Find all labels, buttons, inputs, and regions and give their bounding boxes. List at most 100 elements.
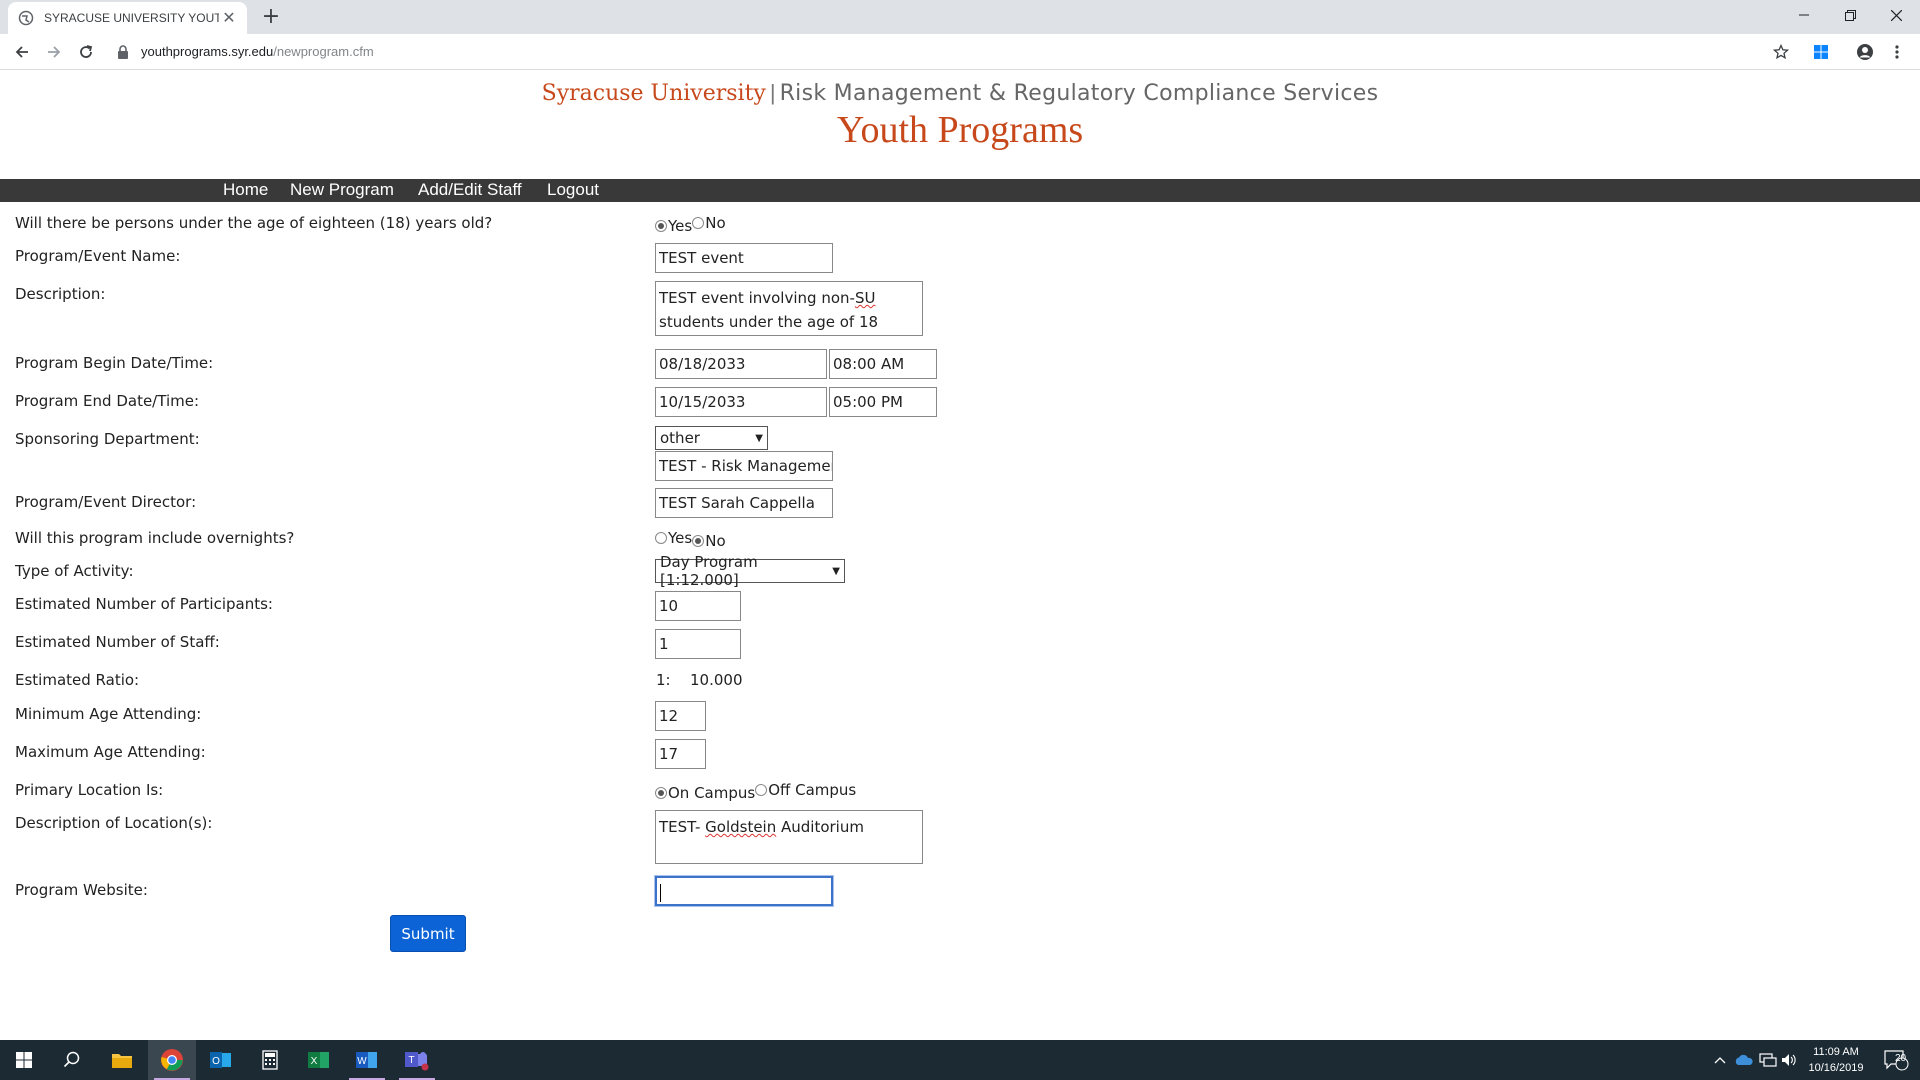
off-campus-radio[interactable]: Off Campus — [755, 781, 856, 799]
volume-icon[interactable] — [1778, 1040, 1800, 1080]
svg-text:O: O — [212, 1056, 220, 1067]
description-label: Description: — [15, 285, 106, 303]
chrome-taskbar-icon[interactable] — [148, 1040, 196, 1080]
nav-add-edit-staff[interactable]: Add/Edit Staff — [418, 180, 522, 200]
staff-input[interactable]: 1 — [655, 629, 741, 659]
calculator-icon[interactable] — [246, 1040, 294, 1080]
under18-yes-radio[interactable]: Yes — [655, 217, 692, 235]
brand-line: Syracuse University | Risk Management & Re… — [0, 80, 1920, 106]
minimize-button[interactable] — [1781, 0, 1827, 30]
under18-no-radio[interactable]: No — [692, 214, 726, 232]
radio-selected-icon[interactable] — [655, 220, 667, 232]
browser-tab-strip: SYRACUSE UNIVERSITY YOUTH P ✕ + — [0, 0, 1920, 34]
ratio-prefix: 1: — [656, 671, 671, 689]
ratio-value: 10.000 — [690, 671, 743, 689]
overnights-radio-group: Yes No — [655, 529, 726, 550]
ratio-label: Estimated Ratio: — [15, 671, 140, 689]
restore-button[interactable] — [1827, 0, 1873, 30]
radio-unselected-icon[interactable] — [655, 532, 667, 544]
main-navigation: Home New Program Add/Edit Staff Logout — [0, 179, 1920, 202]
profile-icon[interactable] — [1851, 38, 1879, 66]
outlook-icon[interactable]: O — [197, 1040, 245, 1080]
search-icon[interactable] — [48, 1040, 96, 1080]
overnights-yes-label: Yes — [668, 529, 693, 547]
radio-selected-icon[interactable] — [692, 535, 705, 547]
end-date-input[interactable]: 10/15/2033 — [655, 387, 827, 417]
back-button[interactable] — [8, 38, 36, 66]
site-header: Syracuse University | Risk Management & Re… — [0, 70, 1920, 178]
dropdown-arrow-icon: ▼ — [832, 565, 840, 577]
max-age-label: Maximum Age Attending: — [15, 743, 206, 761]
description-textarea[interactable]: TEST event involving non-SU students und… — [655, 281, 923, 336]
radio-unselected-icon[interactable] — [692, 217, 705, 229]
browser-tab[interactable]: SYRACUSE UNIVERSITY YOUTH P ✕ — [8, 2, 247, 34]
description-text-a: TEST event involving non- — [659, 289, 855, 307]
radio-unselected-icon[interactable] — [755, 784, 768, 796]
on-campus-label: On Campus — [668, 784, 756, 802]
overnights-yes-radio[interactable]: Yes — [655, 529, 692, 547]
location-desc-textarea[interactable]: TEST- Goldstein Auditorium — [655, 810, 923, 864]
svg-text:W: W — [357, 1056, 367, 1067]
nav-home[interactable]: Home — [223, 180, 268, 200]
location-text-b: Goldstein — [705, 818, 777, 836]
new-tab-button[interactable]: + — [258, 4, 284, 30]
min-age-label: Minimum Age Attending: — [15, 705, 202, 723]
sponsor-select[interactable]: other ▼ — [655, 426, 768, 450]
website-input[interactable] — [655, 876, 833, 906]
close-tab-icon[interactable]: ✕ — [221, 10, 237, 26]
begin-time-input[interactable]: 08:00 AM — [829, 349, 937, 379]
sponsor-label: Sponsoring Department: — [15, 430, 200, 448]
teams-icon[interactable]: T — [393, 1040, 441, 1080]
word-icon[interactable]: W — [343, 1040, 391, 1080]
submit-button[interactable]: Submit — [390, 915, 466, 952]
university-name[interactable]: Syracuse University — [542, 81, 766, 106]
browser-toolbar: youthprograms.syr.edu/newprogram.cfm — [0, 34, 1920, 70]
address-bar[interactable]: youthprograms.syr.edu/newprogram.cfm — [141, 44, 374, 59]
department-name: Risk Management & Regulatory Compliance … — [779, 81, 1379, 106]
notification-center-icon[interactable]: 20 — [1876, 1040, 1916, 1080]
website-label: Program Website: — [15, 881, 148, 899]
radio-selected-icon[interactable] — [655, 787, 667, 799]
system-clock[interactable]: 11:09 AM 10/16/2019 — [1800, 1044, 1872, 1076]
activity-select[interactable]: Day Program [1:12.000] ▼ — [655, 553, 845, 589]
nav-logout[interactable]: Logout — [547, 180, 599, 200]
clock-time: 11:09 AM — [1813, 1046, 1859, 1058]
network-icon[interactable] — [1756, 1040, 1780, 1080]
chevron-up-icon[interactable] — [1708, 1040, 1732, 1080]
windows-start-icon[interactable] — [0, 1040, 48, 1080]
begin-date-input[interactable]: 08/18/2033 — [655, 349, 827, 379]
begin-label: Program Begin Date/Time: — [15, 354, 214, 372]
sponsor-other-input[interactable]: TEST - Risk Management — [655, 451, 833, 481]
sponsor-selected: other — [660, 429, 700, 447]
onedrive-icon[interactable] — [1732, 1040, 1756, 1080]
end-time-input[interactable]: 05:00 PM — [829, 387, 937, 417]
nav-new-program[interactable]: New Program — [290, 180, 394, 200]
site-title: Youth Programs — [836, 109, 1084, 151]
globe-icon — [18, 10, 34, 26]
windows-extension-icon[interactable] — [1807, 38, 1835, 66]
min-age-input[interactable]: 12 — [655, 701, 706, 731]
menu-kebab-icon[interactable] — [1883, 38, 1911, 66]
overnights-no-radio[interactable]: No — [692, 532, 726, 550]
on-campus-radio[interactable]: On Campus — [655, 784, 755, 802]
director-input[interactable]: TEST Sarah Cappella — [655, 488, 833, 518]
svg-text:X: X — [311, 1056, 318, 1067]
bookmark-star-icon[interactable] — [1767, 38, 1795, 66]
location-desc-label: Description of Location(s): — [15, 814, 213, 832]
under18-radio-group: Yes No — [655, 214, 726, 235]
location-text-c: Auditorium — [776, 818, 864, 836]
url-domain: youthprograms.syr.edu — [141, 44, 274, 59]
excel-icon[interactable]: X — [295, 1040, 343, 1080]
participants-input[interactable]: 10 — [655, 591, 741, 621]
reload-button[interactable] — [72, 38, 100, 66]
event-name-input[interactable]: TEST event — [655, 243, 833, 273]
file-explorer-icon[interactable] — [98, 1040, 146, 1080]
end-label: Program End Date/Time: — [15, 392, 199, 410]
location-text-a: TEST- — [659, 818, 706, 836]
close-window-button[interactable] — [1873, 0, 1919, 30]
notification-count: 20 — [1895, 1053, 1907, 1064]
forward-button[interactable] — [40, 38, 68, 66]
lock-icon[interactable] — [117, 45, 131, 59]
brand-separator: | — [769, 80, 776, 105]
max-age-input[interactable]: 17 — [655, 739, 706, 769]
